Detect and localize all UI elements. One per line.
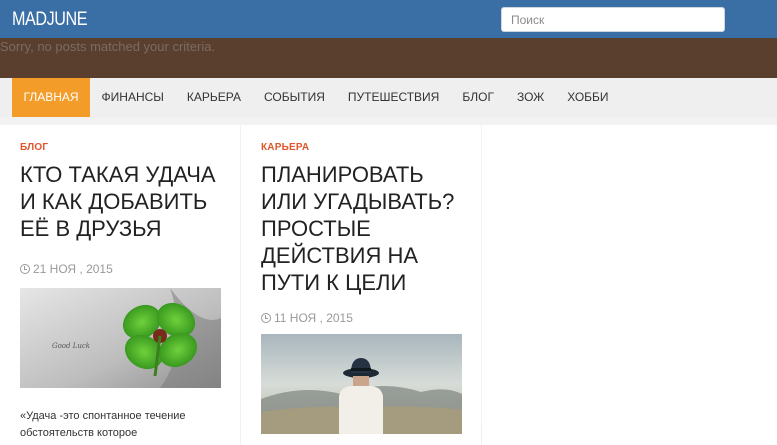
notice-banner: Sorry, no posts matched your criteria. bbox=[0, 38, 777, 78]
post-date-text: 21 НОЯ , 2015 bbox=[33, 262, 113, 276]
post-excerpt: «Удача -это спонтанное течение обстоятел… bbox=[20, 410, 186, 439]
clock-icon bbox=[261, 313, 271, 323]
nav-item-home[interactable]: ГЛАВНАЯ bbox=[12, 78, 91, 117]
nav-item-blog[interactable]: БЛОГ bbox=[451, 78, 506, 117]
post-title[interactable]: ПЛАНИРОВАТЬ ИЛИ УГАДЫВАТЬ? ПРОСТЫЕ ДЕЙСТ… bbox=[261, 161, 471, 296]
nav-item-health[interactable]: ЗОЖ bbox=[505, 78, 555, 117]
site-logo[interactable]: MADJUNE bbox=[12, 9, 88, 31]
post-date: 11 НОЯ , 2015 bbox=[261, 311, 353, 325]
nav-item-travel[interactable]: ПУТЕШЕСТВИЯ bbox=[336, 78, 450, 117]
sidebar-panel bbox=[482, 125, 777, 445]
post-thumbnail[interactable] bbox=[261, 334, 462, 434]
clover-image: Good Luck bbox=[20, 288, 221, 388]
nav-item-events[interactable]: СОБЫТИЯ bbox=[253, 78, 337, 117]
post-category[interactable]: КАРЬЕРА bbox=[261, 142, 309, 153]
nav-item-career[interactable]: КАРЬЕРА bbox=[175, 78, 252, 117]
notice-text: Sorry, no posts matched your criteria. bbox=[0, 39, 216, 54]
post-card: БЛОГ КТО ТАКАЯ УДАЧА И КАК ДОБАВИТЬ ЕЁ В… bbox=[0, 125, 240, 445]
post-category[interactable]: БЛОГ bbox=[20, 142, 48, 153]
post-title[interactable]: КТО ТАКАЯ УДАЧА И КАК ДОБАВИТЬ ЕЁ В ДРУЗ… bbox=[20, 161, 230, 242]
top-bar: MADJUNE bbox=[0, 0, 777, 38]
nav-item-hobby[interactable]: ХОББИ bbox=[556, 78, 620, 117]
post-date: 21 НОЯ , 2015 bbox=[20, 262, 113, 276]
road-image bbox=[261, 334, 462, 434]
post-date-text: 11 НОЯ , 2015 bbox=[274, 311, 353, 325]
nav-item-finance[interactable]: ФИНАНСЫ bbox=[90, 78, 175, 117]
post-thumbnail[interactable]: Good Luck bbox=[20, 288, 221, 388]
clock-icon bbox=[20, 264, 30, 274]
main-nav: ГЛАВНАЯ ФИНАНСЫ КАРЬЕРА СОБЫТИЯ ПУТЕШЕСТ… bbox=[0, 78, 777, 117]
post-card: КАРЬЕРА ПЛАНИРОВАТЬ ИЛИ УГАДЫВАТЬ? ПРОСТ… bbox=[241, 125, 481, 445]
posts-grid: БЛОГ КТО ТАКАЯ УДАЧА И КАК ДОБАВИТЬ ЕЁ В… bbox=[0, 117, 777, 445]
search-input[interactable] bbox=[501, 7, 725, 32]
image-caption: Good Luck bbox=[52, 342, 90, 350]
